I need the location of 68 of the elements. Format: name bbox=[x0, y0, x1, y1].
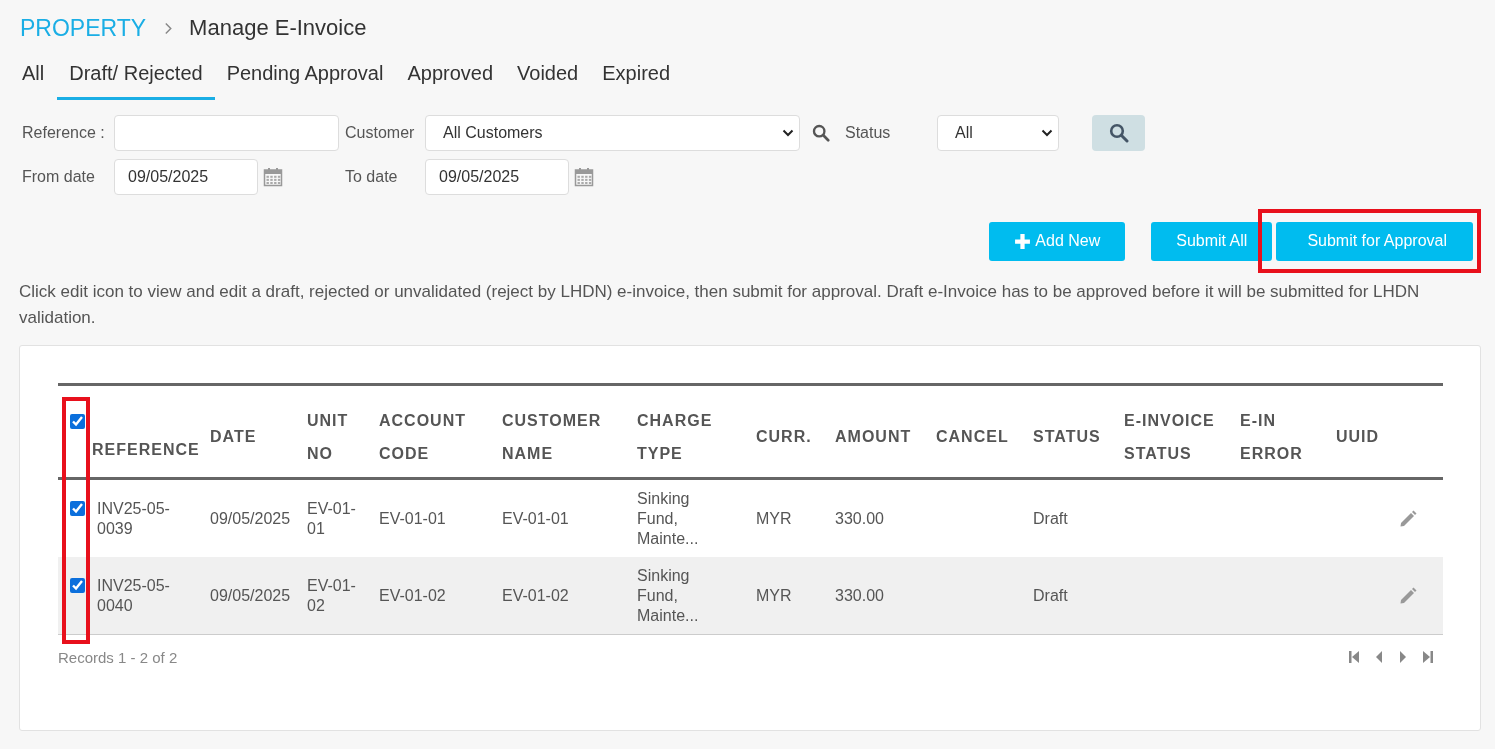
chevron-right-icon bbox=[164, 21, 174, 35]
tab[interactable]: Approved bbox=[395, 58, 506, 100]
row-checkbox[interactable] bbox=[70, 500, 85, 516]
table-cell: 09/05/2025 bbox=[210, 586, 291, 604]
table-cell-text: Sinking Fund, Mainte... bbox=[637, 565, 700, 626]
calendar-icon[interactable] bbox=[574, 167, 594, 187]
field-label: Customer bbox=[344, 124, 416, 142]
column-header: CHARGE TYPE bbox=[637, 411, 713, 462]
column-header: ACCOUNT CODE bbox=[379, 411, 466, 462]
table-cell-text: Sinking Fund, Mainte... bbox=[637, 488, 700, 549]
table-cell: EV-01-02 bbox=[379, 586, 446, 604]
first-page-icon[interactable] bbox=[1348, 650, 1360, 664]
field-label: Status bbox=[844, 124, 892, 142]
date-field[interactable]: 09/05/2025 bbox=[114, 159, 258, 195]
previous-page-icon[interactable] bbox=[1374, 650, 1384, 664]
tab[interactable]: Expired bbox=[590, 58, 683, 100]
calendar-icon[interactable] bbox=[263, 167, 283, 187]
records-count: Records 1 - 2 of 2 bbox=[58, 648, 178, 666]
field-label: To date bbox=[345, 168, 399, 186]
next-page-icon[interactable] bbox=[1398, 650, 1408, 664]
column-header: CANCEL bbox=[936, 428, 1009, 445]
search-icon bbox=[812, 124, 830, 142]
select-all-checkbox[interactable] bbox=[70, 413, 85, 429]
tab[interactable]: Draft/ Rejected bbox=[57, 58, 215, 100]
caret-icon bbox=[1041, 129, 1053, 137]
field-label: From date bbox=[21, 168, 96, 186]
table-cell: EV-01-01 bbox=[502, 509, 569, 527]
input-field[interactable] bbox=[114, 115, 339, 151]
search-button[interactable] bbox=[1092, 115, 1145, 151]
date-field[interactable]: 09/05/2025 bbox=[425, 159, 569, 195]
row-checkbox[interactable] bbox=[70, 577, 85, 593]
caret-icon bbox=[782, 129, 794, 137]
tab[interactable]: Voided bbox=[505, 58, 591, 100]
table-cell: MYR bbox=[756, 586, 792, 604]
search-icon bbox=[1108, 123, 1129, 143]
instruction-text: Click edit icon to view and edit a draft, rejected or unvalidated (reject by LHDN) e-invoice, then submit for approval. Draft e-Invoice has to be approved before it will be submitted for LHDN validation. bbox=[19, 281, 1421, 329]
page-title: Manage E-Invoice bbox=[189, 15, 367, 41]
pencil-icon[interactable] bbox=[1398, 508, 1418, 529]
pencil-icon[interactable] bbox=[1398, 585, 1418, 606]
table-cell: EV-01-02 bbox=[502, 586, 569, 604]
tab[interactable]: Pending Approval bbox=[214, 58, 396, 100]
table-cell: EV-01-02 bbox=[307, 576, 356, 614]
table-cell: Draft bbox=[1033, 586, 1068, 604]
table-cell: EV-01-01 bbox=[307, 499, 356, 537]
column-header: E-IN ERROR bbox=[1240, 411, 1303, 462]
table-cell: 09/05/2025 bbox=[210, 509, 291, 527]
column-header: AMOUNT bbox=[835, 428, 912, 445]
column-header: UUID bbox=[1336, 428, 1380, 445]
field-label: Reference : bbox=[21, 124, 106, 142]
column-header: E-INVOICE STATUS bbox=[1124, 411, 1215, 462]
column-header: DATE bbox=[210, 428, 257, 445]
dropdown[interactable]: All Customers bbox=[425, 115, 800, 151]
column-header: CURR. bbox=[756, 428, 812, 445]
table-cell: EV-01-01 bbox=[379, 509, 446, 527]
table-cell: 330.00 bbox=[835, 586, 884, 604]
last-page-icon[interactable] bbox=[1422, 650, 1434, 664]
dropdown[interactable]: All bbox=[937, 115, 1059, 151]
table-cell: 330.00 bbox=[835, 509, 884, 527]
table-cell: Draft bbox=[1033, 509, 1068, 527]
column-header: STATUS bbox=[1033, 428, 1101, 445]
tab[interactable]: All bbox=[19, 58, 57, 100]
table-cell: MYR bbox=[756, 509, 792, 527]
plus-icon bbox=[1014, 232, 1032, 250]
column-header: CUSTOMER NAME bbox=[502, 411, 602, 462]
table-cell-text: INV25-05-0039 bbox=[97, 498, 171, 539]
table-cell-text: INV25-05-0040 bbox=[97, 575, 171, 616]
column-header: REFERENCE bbox=[92, 439, 200, 460]
column-header: UNIT NO bbox=[307, 411, 349, 462]
